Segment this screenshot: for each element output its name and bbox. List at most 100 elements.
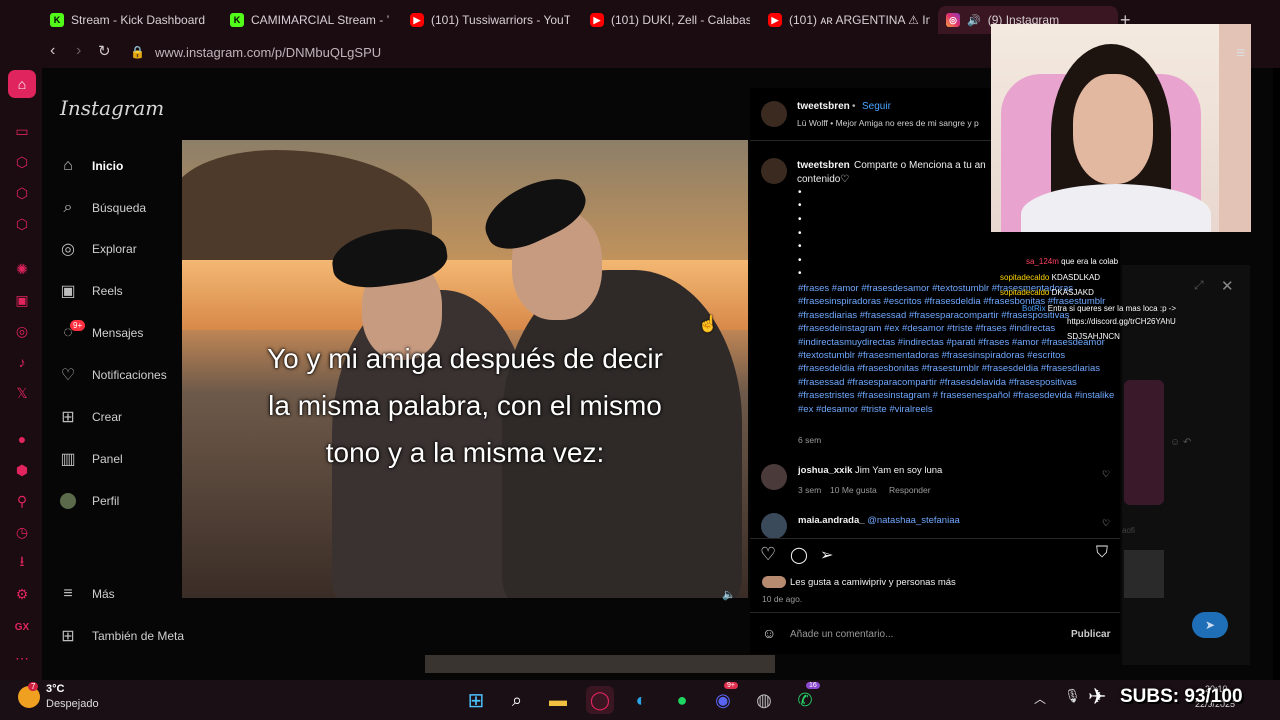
spotify-icon[interactable]: ● (668, 686, 696, 714)
comment-time: 3 sem (798, 485, 822, 495)
weather-temp: 3°C (46, 683, 65, 695)
nav-explore[interactable]: ◎ Explorar (58, 239, 137, 259)
reply-button[interactable]: Responder (889, 485, 931, 495)
youtube-icon: ▶ (768, 13, 782, 27)
hashtags[interactable]: #frases #amor #frasesdesamor #textostumb… (798, 282, 1116, 416)
youtube-icon: ▶ (410, 13, 424, 27)
record-icon[interactable]: ● (11, 428, 33, 450)
comment-avatar[interactable] (761, 464, 787, 490)
post-video[interactable]: Yo y mi amiga después de decir la misma … (182, 140, 748, 598)
bookmark-icon[interactable]: ⛉ (1096, 544, 1108, 562)
expand-icon[interactable]: ⤢ (1194, 278, 1204, 293)
nav-home[interactable]: ⌂ Inicio (58, 156, 123, 176)
menu-icon[interactable]: ≡ (1236, 45, 1245, 63)
bullet: • (798, 228, 802, 239)
clock-icon[interactable]: ◷ (11, 521, 33, 543)
forward-icon[interactable]: › (76, 42, 81, 60)
tiktok-icon[interactable]: ♪ (11, 351, 33, 373)
comment-username[interactable]: maia.andrada_ (798, 515, 865, 526)
chevron-up-icon[interactable]: ︿ (1034, 690, 1046, 707)
comment-input[interactable]: Añade un comentario... (790, 629, 893, 640)
desc-username[interactable]: tweetsbren (797, 160, 850, 171)
box-icon[interactable]: ⬢ (11, 459, 33, 481)
download-icon[interactable]: ⭳ (11, 552, 33, 574)
send-icon[interactable]: ➤ (1192, 612, 1228, 638)
aria-icon[interactable]: ⬡ (11, 151, 33, 173)
comment-mention[interactable]: @natashaa_stefaniaa (867, 515, 960, 526)
opera-gx-icon[interactable]: ◯ (586, 686, 614, 714)
like-icon[interactable]: ♡ (760, 544, 776, 565)
file-explorer-icon[interactable]: ▬ (544, 686, 572, 714)
instagram-logo[interactable]: Instagram (60, 96, 164, 120)
tab-duki[interactable]: ▶ (101) DUKI, Zell - Calabas (590, 6, 750, 34)
gamepad-icon[interactable]: ▭ (11, 120, 33, 142)
comment-icon[interactable]: ◯ (790, 545, 808, 565)
instagram-icon[interactable]: ◎ (11, 320, 33, 342)
tab-camimarcial[interactable]: K CAMIMARCIAL Stream - ’ (230, 6, 390, 34)
obs-icon[interactable]: ◍ (750, 686, 778, 714)
chatgpt-icon[interactable]: ✺ (11, 258, 33, 280)
twitch-icon[interactable]: ▣ (11, 289, 33, 311)
nav-dashboard[interactable]: ▥ Panel (58, 449, 122, 469)
aria-icon[interactable]: ⬡ (11, 182, 33, 204)
reload-icon[interactable]: ↻ (98, 42, 111, 60)
audio-track[interactable]: Lü Wolff • Mejor Amiga no eres de mi san… (797, 118, 992, 128)
share-icon[interactable]: ➢ (820, 545, 833, 565)
mute-icon[interactable]: 🔈 (722, 588, 736, 601)
weather-desc: Despejado (46, 698, 99, 710)
search-icon[interactable]: ⌕ (503, 686, 531, 714)
comment-likes[interactable]: 10 Me gusta (830, 485, 877, 495)
comment-username[interactable]: joshua_xxik (798, 465, 852, 476)
more-icon[interactable]: ⋯ (11, 647, 33, 669)
next-post-preview[interactable] (425, 655, 775, 673)
follow-button[interactable]: Seguir (862, 101, 891, 112)
nav-also-from-meta[interactable]: ⊞ También de Meta (58, 626, 184, 646)
settings-icon[interactable]: ⚙ (11, 583, 33, 605)
nav-notifications[interactable]: ♡ Notificaciones (58, 365, 167, 385)
desc-text: Comparte o Menciona a tu an (854, 160, 986, 171)
publish-button[interactable]: Publicar (1071, 629, 1110, 640)
nav-search[interactable]: ⌕ Búsqueda (58, 198, 147, 218)
tab-kick-dashboard[interactable]: K Stream - Kick Dashboard (50, 6, 220, 34)
gx-icon[interactable]: GX (11, 616, 33, 638)
chat-message: sopitadecaldo DKASJAKD (1000, 288, 1094, 297)
author-username[interactable]: tweetsbren (797, 101, 850, 112)
edge-icon[interactable]: ◐ (627, 686, 655, 714)
aria-icon[interactable]: ⬡ (11, 213, 33, 235)
whatsapp-badge: 16 (806, 682, 820, 689)
chat-text: SDJSAHJNCN (1067, 332, 1120, 341)
close-icon[interactable]: ✕ (1221, 277, 1234, 295)
comment-avatar[interactable] (761, 513, 787, 539)
heart-icon: ♡ (60, 367, 76, 384)
menu-icon: ≡ (63, 585, 73, 602)
emoji-icon[interactable]: ☺ ↶ (1170, 437, 1191, 448)
chat-link[interactable]: https://discord.gg/trCH26YAhU (1067, 317, 1176, 326)
nav-create[interactable]: ⊞ Crear (58, 407, 122, 427)
emoji-icon[interactable]: ☺ (762, 625, 776, 641)
url-field[interactable]: www.instagram.com/p/DNMbuQLgSPU (155, 45, 381, 60)
chat-message: BotRix Entra si queres ser la mas loca :… (1022, 304, 1176, 313)
nav-more[interactable]: ≡ Más (58, 584, 114, 604)
windows-start-icon[interactable]: ⊞ (462, 686, 490, 714)
tab-argentina[interactable]: ▶ (101) ᴀʀ ARGENTINA ⚠ In (768, 6, 930, 34)
author-avatar[interactable] (761, 101, 787, 127)
desc-avatar[interactable] (761, 158, 787, 184)
home-icon[interactable]: ⌂ (8, 70, 36, 98)
likes-summary[interactable]: Les gusta a camiwipriv y personas más (790, 577, 956, 588)
microphone-icon[interactable]: 🎙 (1064, 688, 1081, 704)
discord-icon[interactable]: ◉ (709, 686, 737, 714)
caption-line-3: tono y a la misma vez: (325, 437, 605, 468)
nav-profile[interactable]: Perfil (58, 491, 119, 511)
nav-reels[interactable]: ▣ Reels (58, 281, 122, 301)
x-icon[interactable]: 𝕏 (11, 382, 33, 404)
bullet: • (798, 187, 802, 198)
pin-icon[interactable]: ⚲ (11, 490, 33, 512)
comment-like-icon[interactable]: ♡ (1102, 518, 1110, 529)
chat-message: sa_124m que era la colab (1026, 257, 1118, 266)
whatsapp-icon[interactable]: ✆ (791, 686, 819, 714)
comment-like-icon[interactable]: ♡ (1102, 469, 1110, 480)
shelf-background (1219, 24, 1251, 232)
tab-tussiwarriors[interactable]: ▶ (101) Tussiwarriors - YouT (410, 6, 570, 34)
kick-icon: K (230, 13, 244, 27)
back-icon[interactable]: ‹ (50, 42, 55, 60)
